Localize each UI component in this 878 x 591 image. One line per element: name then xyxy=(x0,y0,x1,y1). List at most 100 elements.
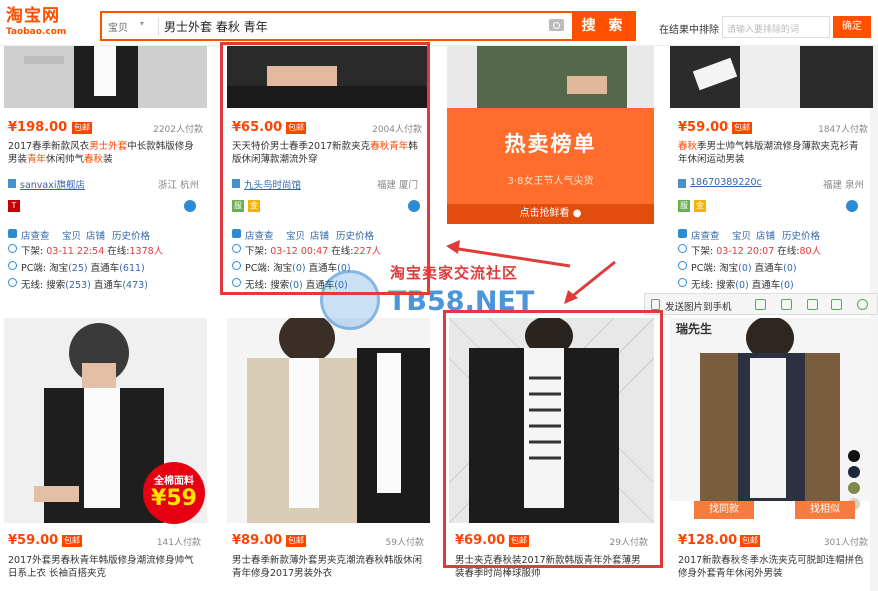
camera-icon[interactable] xyxy=(549,19,564,31)
product-card: ¥59.00 包邮 1847人付款 春秋季男士帅气韩版潮流修身薄款夹克衫青年休闲… xyxy=(678,118,868,293)
brand-label: 瑞先生 xyxy=(676,322,713,336)
product-image[interactable] xyxy=(4,46,207,108)
color-swatch[interactable] xyxy=(848,466,860,478)
shop-name[interactable]: sanvaxi旗舰店 xyxy=(20,177,85,191)
promo-line2: ¥59 xyxy=(151,486,197,511)
badge-row: 服 金 xyxy=(678,200,858,214)
promo-badge: 全棉面料 ¥59 xyxy=(143,462,205,524)
price: ¥89.00 xyxy=(232,533,283,548)
hot-sales-banner[interactable]: 热卖榜单 3·8女王节人气尖货 点击抢鲜看 ● xyxy=(447,108,654,224)
pc-icon xyxy=(678,261,687,270)
banner-cta[interactable]: 点击抢鲜看 ● xyxy=(447,204,654,224)
chevron-down-icon: ▾ xyxy=(140,19,145,28)
tool-price-history[interactable]: 历史价格 xyxy=(782,228,820,242)
jacket-photo xyxy=(4,46,207,108)
stat-mobile: 无线: 搜索(253) 直通车(473) xyxy=(8,277,203,291)
wangwang-icon[interactable] xyxy=(846,200,858,212)
shop-row: 18670389220c 福建 泉州 xyxy=(678,177,868,191)
tools-row: 店查查 宝贝 店铺 历史价格 xyxy=(678,228,868,242)
free-shipping-badge: 包邮 xyxy=(740,535,760,547)
stat-label: 淘宝 xyxy=(49,263,69,274)
search-input[interactable]: 男士外套 春秋 青年 xyxy=(164,18,268,35)
price: ¥198.00 xyxy=(8,120,68,135)
arrow-line xyxy=(451,246,571,268)
shop-location: 浙江 杭州 xyxy=(157,180,199,191)
color-swatch[interactable] xyxy=(848,450,860,462)
stat-value: (253) xyxy=(65,280,91,291)
highlight-box xyxy=(443,310,663,568)
free-shipping-badge: 包邮 xyxy=(72,122,92,134)
tool-shop[interactable]: 店铺 xyxy=(756,228,775,242)
stat-label: 搜索 xyxy=(46,280,66,291)
stat-mobile: 无线: 搜索(0) 直通车(0) xyxy=(678,277,868,291)
stat-label: 直通车 xyxy=(751,280,781,291)
tool-item[interactable]: 宝贝 xyxy=(62,228,81,242)
stat-label: 直通车 xyxy=(90,263,120,274)
arrow-head xyxy=(446,240,460,254)
search-type-select[interactable]: 宝贝 ▾ xyxy=(108,19,158,35)
title-highlight: 春秋 xyxy=(678,141,698,152)
share-icon[interactable] xyxy=(831,299,842,310)
search-type-label: 宝贝 xyxy=(108,23,128,34)
product-image[interactable] xyxy=(447,46,654,108)
title-highlight: 青年 xyxy=(27,154,47,165)
price-row: ¥59.00 包邮 141人付款 xyxy=(8,533,201,548)
stat-label: 无线: xyxy=(21,280,44,291)
send-to-phone-button[interactable]: 发送图片到手机 xyxy=(665,299,732,313)
exclude-input[interactable]: 请输入要排除的词 xyxy=(722,16,830,38)
clock-icon xyxy=(8,244,17,253)
settings-icon[interactable] xyxy=(857,299,868,310)
jacket-photo xyxy=(670,46,873,108)
find-same-button[interactable]: 找同款 xyxy=(694,501,754,519)
product-title[interactable]: 春秋季男士帅气韩版潮流修身薄款夹克衫青年休闲运动男装 xyxy=(678,140,868,166)
expand-icon[interactable] xyxy=(781,299,792,310)
product-card: ¥89.00 包邮 59人付款 男士春季新款薄外套男夹克潮流春秋韩版休闲青年修身… xyxy=(232,530,424,590)
title-highlight: 春秋 xyxy=(84,154,104,165)
shop-icon xyxy=(678,179,686,188)
free-shipping-badge: 包邮 xyxy=(286,535,306,547)
wangwang-icon[interactable] xyxy=(184,200,196,212)
shop-name[interactable]: 18670389220c xyxy=(690,177,762,188)
product-title[interactable]: 男士春季新款薄外套男夹克潮流春秋韩版休闲青年修身2017男装外衣 xyxy=(232,554,424,580)
stat-value: (0) xyxy=(783,263,797,274)
stat-delist: 下架: 03-12 20:07 在线:80人 xyxy=(678,243,868,257)
taobao-logo[interactable]: 淘宝网 Taobao.com xyxy=(6,6,84,42)
banner-title: 热卖榜单 xyxy=(504,132,597,156)
cloud-icon[interactable] xyxy=(755,299,766,310)
price-row: ¥198.00 包邮 2202人付款 xyxy=(8,120,203,135)
color-swatch[interactable] xyxy=(848,482,860,494)
paid-count: 2202人付款 xyxy=(153,125,203,135)
paid-count: 59人付款 xyxy=(385,538,424,548)
product-title[interactable]: 2017外套男春秋青年韩版修身潮流修身帅气日系上衣 长袖百搭夹克 xyxy=(8,554,201,580)
tool-dianchacha[interactable]: 店查查 xyxy=(691,228,720,242)
stat-label: 在线: xyxy=(777,246,800,257)
save-icon[interactable] xyxy=(807,299,818,310)
product-image[interactable] xyxy=(670,318,873,501)
guarantee-icon: 服 xyxy=(678,200,690,212)
stat-label: 淘宝 xyxy=(719,263,739,274)
tool-price-history[interactable]: 历史价格 xyxy=(112,228,150,242)
stat-value: 80人 xyxy=(799,246,822,257)
confirm-button[interactable]: 确定 xyxy=(833,16,871,38)
product-image[interactable] xyxy=(227,318,430,523)
tool-shop[interactable]: 店铺 xyxy=(86,228,105,242)
free-shipping-badge: 包邮 xyxy=(62,535,82,547)
product-title[interactable]: 2017春季新款风衣男士外套中长款韩版修身男装青年休闲帅气春秋装 xyxy=(8,140,203,166)
product-card: ¥128.00 包邮 301人付款 2017新款春秋冬季水洗夹克可脱卸连帽拼色修… xyxy=(678,530,868,590)
title-part: 装 xyxy=(103,154,113,165)
find-similar-button[interactable]: 找相似 xyxy=(795,501,855,519)
product-image[interactable] xyxy=(670,46,873,108)
price: ¥59.00 xyxy=(678,120,729,135)
stat-value: 03-11 22:54 xyxy=(46,246,105,257)
search-box: 宝贝 ▾ 男士外套 春秋 青年 xyxy=(100,11,574,41)
tool-dianchacha[interactable]: 店查查 xyxy=(21,228,50,242)
shop-location: 福建 泉州 xyxy=(822,180,864,191)
title-part: 2017春季新款风衣 xyxy=(8,141,90,152)
product-card: ¥198.00 包邮 2202人付款 2017春季新款风衣男士外套中长款韩版修身… xyxy=(8,118,203,293)
stat-label: 无线: xyxy=(691,280,714,291)
search-button[interactable]: 搜 索 xyxy=(572,11,636,41)
product-title[interactable]: 2017新款春秋冬季水洗夹克可脱卸连帽拼色修身外套青年休闲外男装 xyxy=(678,554,868,580)
tool-item[interactable]: 宝贝 xyxy=(732,228,751,242)
tool-icon xyxy=(8,229,17,238)
banner-subtitle: 3·8女王节人气尖货 xyxy=(507,176,594,187)
